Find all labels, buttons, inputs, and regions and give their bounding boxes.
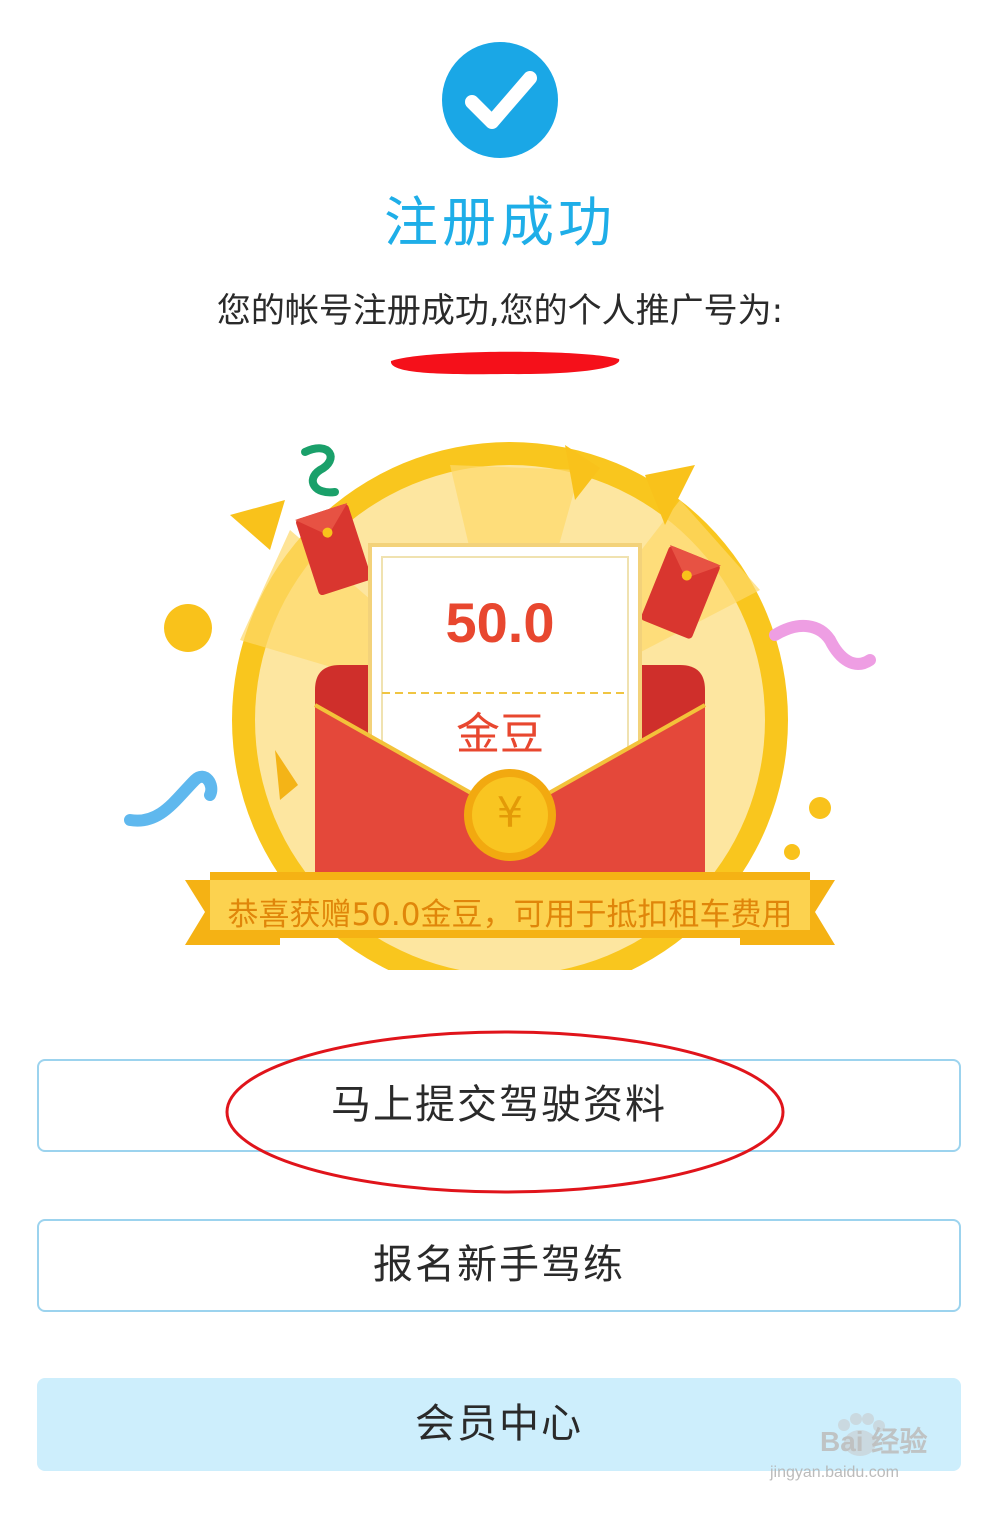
reward-banner-text: 恭喜获赠50.0金豆，可用于抵扣租车费用 [227, 897, 793, 933]
check-circle-icon [442, 42, 558, 158]
page-title: 注册成功 [384, 191, 616, 254]
reward-amount: 50.0 [445, 591, 555, 654]
success-message: 您的帐号注册成功,您的个人推广号为: [216, 291, 784, 331]
reward-unit: 金豆 [456, 709, 544, 760]
confetti [230, 500, 285, 550]
watermark-url: jingyan.baidu.com [770, 1464, 899, 1481]
submit-driving-info-button[interactable]: 马上提交驾驶资料 [37, 1059, 961, 1152]
watermark-brand: Bai 经验 [820, 1426, 928, 1457]
enroll-novice-training-button[interactable]: 报名新手驾练 [37, 1219, 961, 1312]
yuan-coin-icon: ¥ [496, 788, 524, 837]
redacted-promo-code [390, 351, 620, 375]
